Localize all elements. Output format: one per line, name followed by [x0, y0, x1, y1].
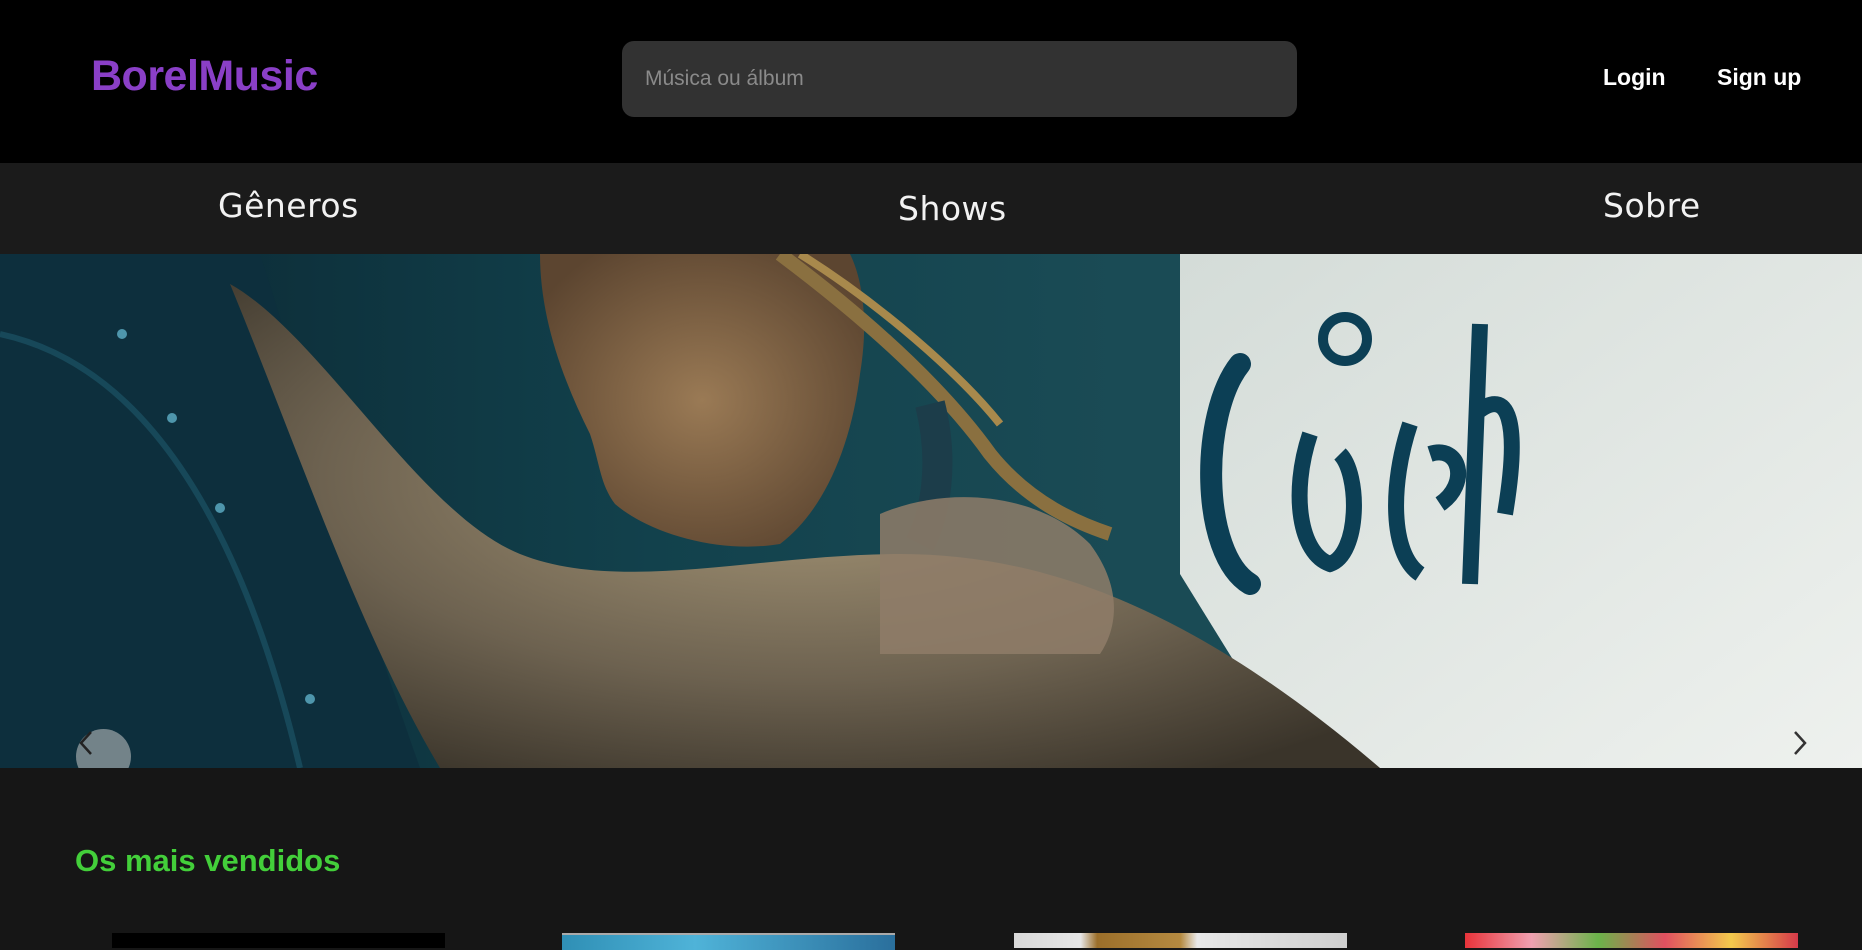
search-input[interactable]: [622, 41, 1297, 117]
carousel-next-button[interactable]: [1788, 729, 1843, 768]
nav-item-shows[interactable]: Shows: [898, 189, 1007, 228]
main-nav: Gêneros Shows Sobre: [0, 163, 1862, 254]
chevron-left-icon: [79, 731, 92, 755]
hero-banner-image: [0, 254, 1862, 768]
album-cover[interactable]: [562, 933, 895, 950]
signup-button[interactable]: Sign up: [1717, 64, 1801, 91]
bestsellers-title: Os mais vendidos: [75, 843, 341, 878]
login-button[interactable]: Login: [1603, 64, 1666, 91]
site-logo[interactable]: BorelMusic: [91, 52, 318, 101]
album-cover[interactable]: [1465, 933, 1798, 948]
nav-item-generos[interactable]: Gêneros: [218, 186, 359, 225]
nav-item-sobre[interactable]: Sobre: [1603, 186, 1701, 225]
chevron-right-icon: [1794, 731, 1807, 755]
album-cover[interactable]: [1014, 933, 1347, 948]
hero-carousel: [0, 254, 1862, 768]
album-cover[interactable]: [112, 933, 445, 948]
top-header: BorelMusic Login Sign up: [0, 0, 1862, 163]
